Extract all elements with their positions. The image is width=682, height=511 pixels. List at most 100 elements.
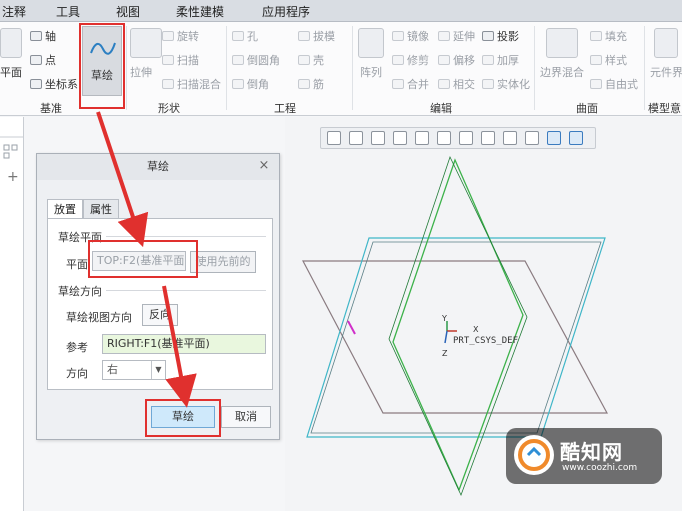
group-editing-label[interactable]: 编辑: [430, 100, 452, 116]
pattern-button[interactable]: 阵列: [360, 64, 382, 80]
fill-button[interactable]: 填充: [590, 28, 627, 44]
csys-z-axis: [444, 330, 448, 344]
group-separator: [126, 26, 127, 110]
boundary-blend-button[interactable]: 边界混合: [540, 64, 584, 80]
datum-csys-button[interactable]: 坐标系: [30, 76, 78, 92]
group-shapes-label[interactable]: 形状: [158, 100, 180, 116]
group-engineering-label[interactable]: 工程: [274, 100, 296, 116]
round-icon: [232, 55, 244, 65]
hole-label: 孔: [247, 30, 258, 43]
project-button[interactable]: 投影: [482, 28, 519, 44]
datum-plane-icon[interactable]: [0, 28, 22, 58]
group-separator: [644, 26, 645, 110]
solidify-button[interactable]: 实体化: [482, 76, 530, 92]
view-manager-icon[interactable]: [459, 131, 473, 145]
section-divider: [106, 290, 266, 291]
datum-plane-button[interactable]: 平面: [0, 64, 22, 80]
mirror-icon: [392, 31, 404, 41]
cancel-button[interactable]: 取消: [221, 406, 271, 428]
revolve-button[interactable]: 旋转: [162, 28, 199, 44]
datum-axis-button[interactable]: 轴: [30, 28, 56, 44]
spin-center-icon[interactable]: [547, 131, 561, 145]
chamfer-button[interactable]: 倒角: [232, 76, 269, 92]
datum-axis-label: 轴: [45, 30, 56, 43]
axis-icon: [30, 31, 42, 41]
rib-button[interactable]: 筋: [298, 76, 324, 92]
chevron-down-icon: ▼: [151, 361, 165, 379]
boundary-blend-icon[interactable]: [546, 28, 578, 58]
intersect-button[interactable]: 相交: [438, 76, 475, 92]
orientation-select[interactable]: 右 ▼: [102, 360, 166, 380]
menu-annotate[interactable]: 注释: [2, 3, 26, 20]
saved-orientations-icon[interactable]: [437, 131, 451, 145]
selected-edge-mark: [347, 320, 356, 335]
reference-field[interactable]: RIGHT:F1(基准平面): [102, 334, 266, 354]
display-style-icon[interactable]: [415, 131, 429, 145]
watermark-logo: [514, 435, 554, 475]
tab-properties[interactable]: 属性: [83, 199, 119, 219]
thicken-button[interactable]: 加厚: [482, 52, 519, 68]
offset-button[interactable]: 偏移: [438, 52, 475, 68]
round-label: 倒圆角: [247, 54, 280, 67]
project-label: 投影: [497, 30, 519, 43]
component-interface-icon[interactable]: [654, 28, 678, 58]
sweep-label: 扫描: [177, 54, 199, 67]
menu-view[interactable]: 视图: [116, 3, 140, 20]
view-direction-label: 草绘视图方向: [66, 311, 132, 324]
shell-button[interactable]: 壳: [298, 52, 324, 68]
menu-applications[interactable]: 应用程序: [262, 3, 310, 20]
flip-button[interactable]: 反向: [142, 304, 178, 326]
add-icon[interactable]: +: [7, 169, 19, 185]
menu-flexible-modeling[interactable]: 柔性建模: [176, 3, 224, 20]
extrude-button[interactable]: 拉伸: [130, 64, 152, 80]
repaint-icon[interactable]: [393, 131, 407, 145]
close-icon[interactable]: ×: [257, 159, 271, 173]
round-button[interactable]: 倒圆角: [232, 52, 280, 68]
sweep-button[interactable]: 扫描: [162, 52, 199, 68]
component-interface-button[interactable]: 元件界: [650, 64, 682, 80]
extend-button[interactable]: 延伸: [438, 28, 475, 44]
offset-label: 偏移: [453, 54, 475, 67]
datum-point-button[interactable]: 点: [30, 52, 56, 68]
highlight-sketch-ok: [145, 399, 221, 437]
mirror-button[interactable]: 镜像: [392, 28, 429, 44]
menu-tools[interactable]: 工具: [56, 3, 80, 20]
trim-icon: [392, 55, 404, 65]
hole-button[interactable]: 孔: [232, 28, 258, 44]
revolve-label: 旋转: [177, 30, 199, 43]
annotation-display-icon[interactable]: [525, 131, 539, 145]
csys-name-label[interactable]: PRT_CSYS_DEF: [453, 336, 518, 346]
pattern-icon[interactable]: [358, 28, 384, 58]
draft-button[interactable]: 拔模: [298, 28, 335, 44]
group-surfaces-label[interactable]: 曲面: [576, 100, 598, 116]
solidify-label: 实体化: [497, 78, 530, 91]
perspective-icon[interactable]: [481, 131, 495, 145]
style-label: 样式: [605, 54, 627, 67]
chamfer-icon: [232, 79, 244, 89]
intersect-icon: [438, 79, 450, 89]
sketch-view-icon[interactable]: [569, 131, 583, 145]
refit-icon[interactable]: [327, 131, 341, 145]
project-icon: [482, 31, 494, 41]
zoom-out-icon[interactable]: [371, 131, 385, 145]
merge-button[interactable]: 合并: [392, 76, 429, 92]
zoom-in-icon[interactable]: [349, 131, 363, 145]
plane-label: 平面: [66, 258, 88, 271]
datum-plane-right-outer[interactable]: [392, 158, 524, 492]
tab-placement[interactable]: 放置: [47, 199, 83, 219]
extrude-icon[interactable]: [130, 28, 162, 58]
intersect-label: 相交: [453, 78, 475, 91]
freestyle-icon: [590, 79, 602, 89]
csys-y-label: Y: [442, 314, 447, 323]
highlight-sketch-button: [79, 23, 125, 109]
freestyle-button[interactable]: 自由式: [590, 76, 638, 92]
datum-display-icon[interactable]: [503, 131, 517, 145]
swept-blend-button[interactable]: 扫描混合: [162, 76, 221, 92]
merge-label: 合并: [407, 78, 429, 91]
style-button[interactable]: 样式: [590, 52, 627, 68]
model-tree-tools-icon[interactable]: [0, 117, 24, 165]
trim-button[interactable]: 修剪: [392, 52, 429, 68]
solidify-icon: [482, 79, 494, 89]
group-datum-label[interactable]: 基准: [40, 100, 62, 116]
use-previous-button[interactable]: 使用先前的: [190, 251, 256, 273]
